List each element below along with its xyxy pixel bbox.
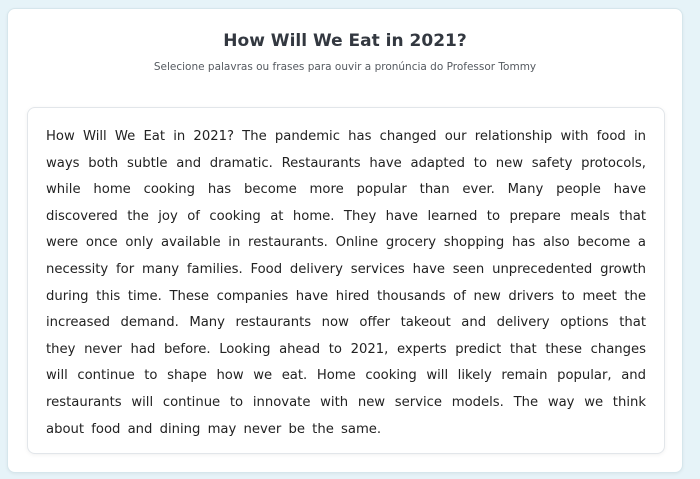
lesson-card: How Will We Eat in 2021? Selecione palav…: [7, 8, 683, 473]
page-title: How Will We Eat in 2021?: [223, 31, 467, 51]
reading-passage-card: How Will We Eat in 2021? The pandemic ha…: [27, 107, 665, 454]
instruction-subtitle: Selecione palavras ou frases para ouvir …: [153, 61, 537, 73]
reading-passage-text[interactable]: How Will We Eat in 2021? The pandemic ha…: [46, 124, 646, 443]
